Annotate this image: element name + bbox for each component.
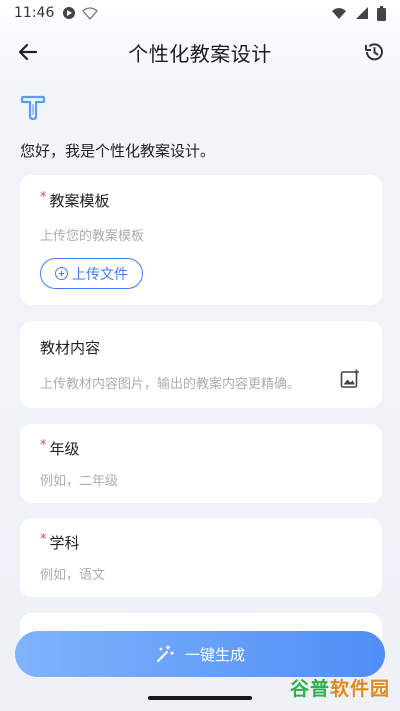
greeting-text: 您好，我是个性化教案设计。 (20, 142, 216, 160)
status-left-icons (62, 6, 99, 20)
generate-button[interactable]: 一键生成 (15, 631, 385, 677)
plus-circle-icon (55, 267, 68, 280)
page-title: 个性化教案设计 (128, 41, 272, 66)
watermark: 谷普软件园 (290, 674, 390, 701)
back-arrow-icon (18, 43, 38, 61)
grade-card[interactable]: * 年级 例如，二年级 (20, 424, 382, 503)
required-mark: * (40, 190, 47, 205)
wifi-off-icon (82, 7, 99, 20)
subject-card[interactable]: * 学科 例如，语文 (20, 518, 382, 597)
grade-label-text: 年级 (49, 440, 80, 458)
status-time: 11:46 (14, 5, 55, 21)
watermark-site: 软件园 (329, 678, 390, 700)
template-card: * 教案模板 上传您的教案模板 上传文件 (20, 175, 382, 305)
grade-label: * 年级 (40, 438, 80, 459)
grade-input[interactable]: 例如，二年级 (40, 470, 118, 489)
screen: 11:46 个性化教案设计 您好，我是个性化教案设计。 * 教案模板 上传您的教… (0, 0, 400, 711)
image-add-icon[interactable] (340, 369, 360, 389)
material-label: 教材内容 (40, 339, 101, 357)
status-right-icons (331, 5, 386, 21)
subject-label-text: 学科 (49, 534, 80, 552)
magic-wand-icon (156, 645, 174, 662)
required-mark: * (40, 438, 47, 453)
template-label-text: 教案模板 (49, 192, 110, 210)
status-bar: 11:46 (0, 0, 400, 26)
upload-file-label: 上传文件 (72, 266, 128, 283)
upload-file-button[interactable]: 上传文件 (40, 258, 143, 289)
material-card[interactable]: 教材内容 上传教材内容图片，输出的教案内容更精确。 (20, 321, 382, 408)
history-button[interactable] (360, 38, 388, 66)
material-placeholder: 上传教材内容图片，输出的教案内容更精确。 (40, 377, 301, 392)
wifi-icon (332, 8, 346, 19)
template-label: * 教案模板 (40, 190, 110, 211)
notification-icon (63, 7, 76, 19)
watermark-brand: 谷普 (289, 678, 330, 700)
app-bar: 个性化教案设计 (0, 26, 400, 78)
back-button[interactable] (14, 38, 42, 66)
template-placeholder: 上传您的教案模板 (40, 229, 145, 244)
signal-icon (356, 7, 368, 19)
app-logo-icon (20, 95, 46, 121)
required-mark: * (40, 532, 47, 547)
subject-label: * 学科 (40, 532, 80, 553)
history-icon (365, 43, 383, 61)
subject-input[interactable]: 例如，语文 (40, 564, 105, 583)
battery-icon (377, 5, 386, 21)
generate-button-label: 一键生成 (184, 645, 245, 664)
home-indicator[interactable] (148, 696, 252, 700)
